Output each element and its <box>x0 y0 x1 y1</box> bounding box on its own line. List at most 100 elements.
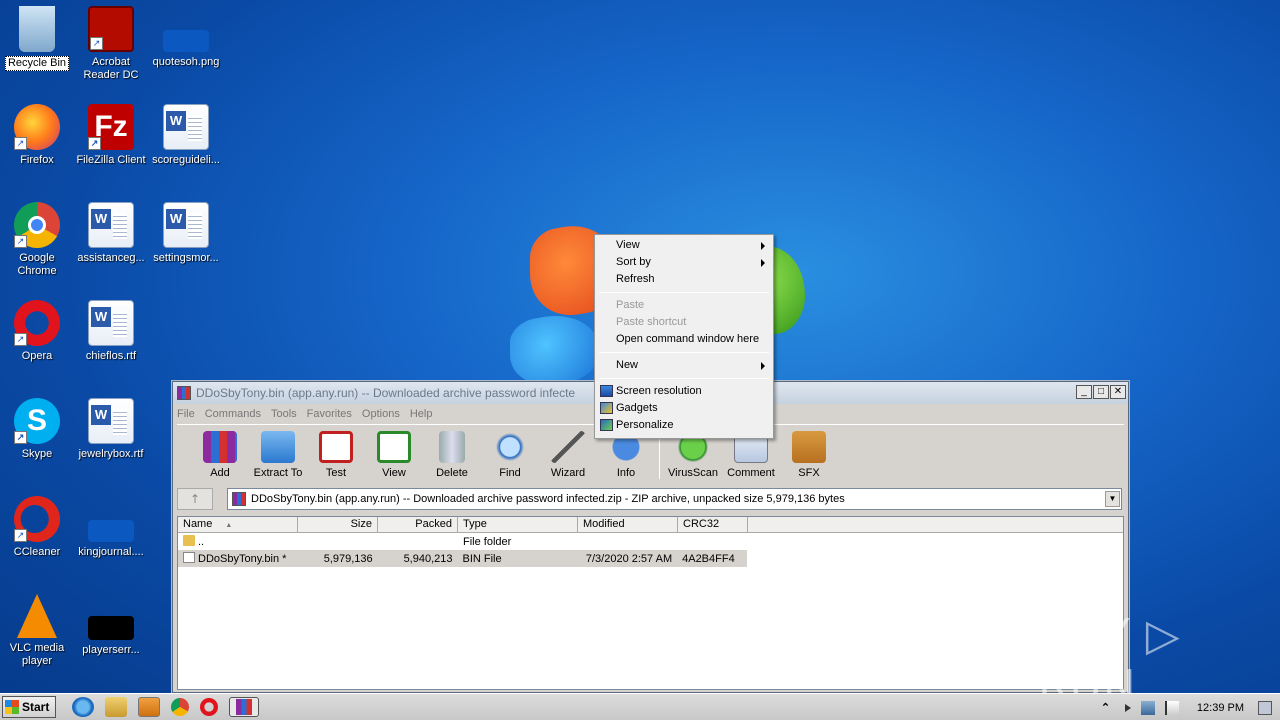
menu-help[interactable]: Help <box>410 408 433 420</box>
network-icon[interactable] <box>1140 700 1155 715</box>
menu-separator <box>599 378 769 379</box>
find-magnifier-icon <box>493 431 527 463</box>
word-doc-icon: W <box>88 202 134 248</box>
desktop-icon-kingjournal[interactable]: kingjournal.... <box>74 496 148 559</box>
menu-item-paste-shortcut: Paste shortcut <box>616 316 687 328</box>
gadgets-icon <box>600 402 613 414</box>
test-button[interactable]: Test <box>307 425 365 479</box>
desktop-icon-scoreguide[interactable]: W scoreguideli... <box>149 104 223 167</box>
menu-file[interactable]: File <box>177 408 195 420</box>
menu-options[interactable]: Options <box>362 408 400 420</box>
tray-expand-icon[interactable]: ⌃ <box>1101 701 1115 715</box>
submenu-arrow-icon <box>761 362 765 370</box>
column-type[interactable]: Type <box>458 517 578 532</box>
submenu-arrow-icon <box>761 259 765 267</box>
submenu-arrow-icon <box>761 242 765 250</box>
word-doc-icon: W <box>163 202 209 248</box>
desktop-icon-settingsmor[interactable]: W settingsmor... <box>149 202 223 265</box>
menu-item-view[interactable]: View <box>597 237 771 254</box>
view-book-icon <box>377 431 411 463</box>
volume-icon[interactable] <box>1124 703 1131 712</box>
desktop-icon-jewelrybox[interactable]: W jewelrybox.rtf <box>74 398 148 461</box>
table-row[interactable]: DDoSbyTony.bin * 5,979,136 5,940,213 BIN… <box>178 550 747 567</box>
archive-icon <box>232 492 246 506</box>
view-button[interactable]: View <box>365 425 423 479</box>
wizard-button[interactable]: Wizard <box>539 425 597 479</box>
extract-to-button[interactable]: Extract To <box>249 425 307 479</box>
monitor-icon <box>600 385 613 397</box>
column-modified[interactable]: Modified <box>578 517 678 532</box>
desktop-icon-filezilla[interactable]: Fz ↗ FileZilla Client <box>74 104 148 167</box>
word-doc-icon: W <box>88 398 134 444</box>
close-button[interactable]: ✕ <box>1110 385 1126 399</box>
winrar-icon <box>236 699 252 715</box>
menu-favorites[interactable]: Favorites <box>307 408 352 420</box>
menu-tools[interactable]: Tools <box>271 408 297 420</box>
sfx-button[interactable]: SFX <box>780 425 838 479</box>
maximize-button[interactable]: □ <box>1093 385 1109 399</box>
column-size[interactable]: Size <box>298 517 378 532</box>
file-list[interactable]: Name ▲ Size Packed Type Modified CRC32 .… <box>177 516 1124 690</box>
minimize-button[interactable]: _ <box>1076 385 1092 399</box>
skype-icon: S ↗ <box>14 398 60 444</box>
menu-item-refresh[interactable]: Refresh <box>597 271 771 288</box>
acrobat-icon: ↗ <box>88 6 134 52</box>
add-button[interactable]: Add <box>191 425 249 479</box>
column-crc32[interactable]: CRC32 <box>678 517 748 532</box>
wizard-wand-icon <box>551 431 585 463</box>
menu-item-gadgets[interactable]: Gadgets <box>597 400 771 417</box>
add-icon <box>203 431 237 463</box>
image-file-icon <box>163 30 209 52</box>
desktop-icon-skype[interactable]: S ↗ Skype <box>0 398 74 461</box>
desktop-context-menu: View Sort by Refresh Paste Paste shortcu… <box>594 234 774 439</box>
menu-item-open-command-window[interactable]: Open command window here <box>597 331 771 348</box>
action-center-flag-icon[interactable] <box>1164 700 1179 715</box>
chrome-icon: ↗ <box>14 202 60 248</box>
winrar-taskbar-icon[interactable] <box>229 697 259 717</box>
desktop-icon-recycle-bin[interactable]: Recycle Bin <box>0 6 74 71</box>
column-packed[interactable]: Packed <box>378 517 458 532</box>
menu-item-new[interactable]: New <box>597 357 771 374</box>
word-doc-icon: W <box>88 300 134 346</box>
opera-icon: ↗ <box>14 300 60 346</box>
sort-ascending-icon: ▲ <box>225 522 233 529</box>
desktop-icon-firefox[interactable]: ↗ Firefox <box>0 104 74 167</box>
clock[interactable]: 12:39 PM <box>1197 702 1244 714</box>
desktop-icon-playerserr[interactable]: playerserr... <box>74 594 148 657</box>
folder-icon <box>183 535 195 546</box>
up-folder-button[interactable]: ↑ <box>177 488 213 510</box>
menu-item-personalize[interactable]: Personalize <box>597 417 771 434</box>
menu-item-sort-by[interactable]: Sort by <box>597 254 771 271</box>
delete-button[interactable]: Delete <box>423 425 481 479</box>
address-dropdown-button[interactable]: ▼ <box>1105 491 1120 507</box>
table-row[interactable]: .. File folder <box>178 533 1123 550</box>
desktop-icon-vlc[interactable]: VLC media player <box>0 594 74 668</box>
opera-taskbar-icon[interactable] <box>200 698 218 716</box>
desktop-icon-acrobat[interactable]: ↗ Acrobat Reader DC <box>74 6 148 82</box>
desktop-icon-assistance[interactable]: W assistanceg... <box>74 202 148 265</box>
column-name[interactable]: Name ▲ <box>178 517 298 532</box>
test-clipboard-icon <box>319 431 353 463</box>
file-explorer-icon[interactable] <box>105 697 127 717</box>
desktop-icon-opera[interactable]: ↗ Opera <box>0 300 74 363</box>
vlc-icon <box>17 594 57 638</box>
desktop-icon-chieflos[interactable]: W chieflos.rtf <box>74 300 148 363</box>
media-player-icon[interactable] <box>138 697 160 717</box>
menu-item-paste: Paste <box>616 299 645 311</box>
find-button[interactable]: Find <box>481 425 539 479</box>
chrome-taskbar-icon[interactable] <box>171 698 189 716</box>
personalize-icon <box>600 419 613 431</box>
show-desktop-button[interactable] <box>1258 700 1272 715</box>
extract-folder-icon <box>261 431 295 463</box>
desktop-icon-ccleaner[interactable]: ↗ CCleaner <box>0 496 74 559</box>
firefox-icon: ↗ <box>14 104 60 150</box>
address-text: DDoSbyTony.bin (app.any.run) -- Download… <box>251 493 845 505</box>
internet-explorer-icon[interactable] <box>72 697 94 717</box>
menu-item-screen-resolution[interactable]: Screen resolution <box>597 383 771 400</box>
desktop-icon-quotesoh[interactable]: quotesoh.png <box>149 6 223 69</box>
menu-separator <box>599 352 769 353</box>
address-field[interactable]: DDoSbyTony.bin (app.any.run) -- Download… <box>227 488 1122 510</box>
menu-commands[interactable]: Commands <box>205 408 261 420</box>
start-button[interactable]: Start <box>2 696 56 718</box>
desktop-icon-chrome[interactable]: ↗ Google Chrome <box>0 202 74 278</box>
